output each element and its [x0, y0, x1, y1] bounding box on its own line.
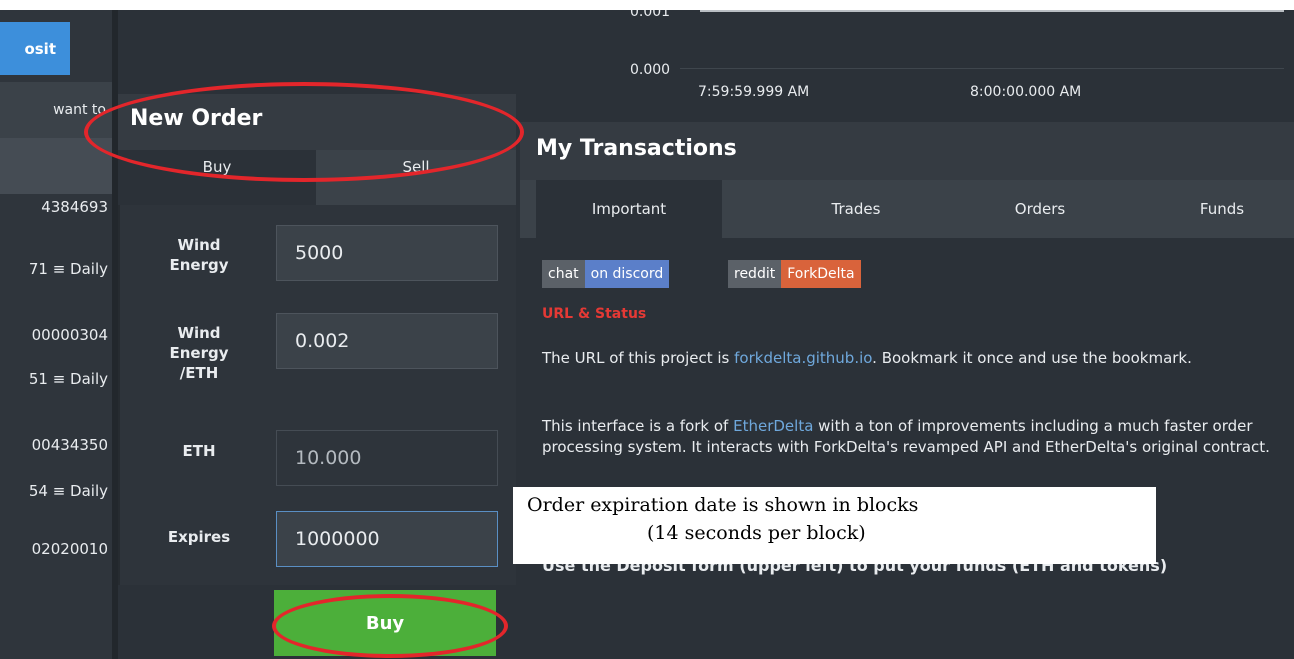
left-row: 00434350	[31, 436, 108, 454]
reddit-badge-key: reddit	[728, 260, 782, 288]
tab-important[interactable]: Important	[536, 180, 722, 238]
tab-trades[interactable]: Trades	[766, 180, 946, 238]
left-row: 71 ≡ Daily	[28, 260, 108, 278]
left-row: 4384693	[41, 198, 108, 216]
chart-baseline	[680, 68, 1284, 69]
expires-label: Expires	[167, 528, 231, 546]
reddit-badge-value: ForkDelta	[781, 260, 861, 288]
chat-badge-key: chat	[542, 260, 585, 288]
deposit-button[interactable]: osit	[0, 22, 70, 75]
left-row: 54 ≡ Daily	[28, 482, 108, 500]
chart-series-line	[700, 10, 1284, 12]
chart-x-tick: 8:00:00.000 AM	[970, 84, 1082, 100]
url-status-heading: URL & Status	[542, 306, 647, 322]
buy-button-highlight	[272, 594, 508, 658]
left-sidebar: osit want to 4384693 71 ≡ Daily 00000304…	[0, 10, 112, 659]
left-row: 51 ≡ Daily	[28, 370, 108, 388]
etherdelta-link[interactable]: EtherDelta	[733, 417, 813, 435]
expires-input[interactable]: 1000000	[276, 511, 498, 567]
fork-paragraph: This interface is a fork of EtherDelta w…	[542, 417, 1270, 456]
total-label: ETH	[182, 442, 216, 460]
chat-badge-value: on discord	[584, 260, 670, 288]
tab-funds[interactable]: Funds	[1140, 180, 1294, 238]
chart-y-tick: 0.001	[630, 10, 671, 20]
transactions-title: My Transactions	[536, 136, 737, 161]
price-label: Wind Energy/ETH	[169, 324, 229, 382]
expiration-callout: Order expiration date is shown in blocks…	[513, 487, 1156, 564]
price-chart: 0.001 0.000 7:59:59.999 AM 8:00:00.000 A…	[520, 10, 1294, 122]
chat-badge[interactable]: chat on discord	[542, 260, 670, 288]
chart-x-tick: 7:59:59.999 AM	[698, 84, 810, 100]
transactions-content: chat on discord reddit ForkDelta URL & S…	[520, 238, 1294, 659]
price-input[interactable]: 0.002	[276, 313, 498, 369]
transactions-header: My Transactions	[520, 122, 1294, 180]
tab-orders[interactable]: Orders	[950, 180, 1130, 238]
left-row: 02020010	[31, 540, 108, 558]
reddit-badge[interactable]: reddit ForkDelta	[728, 260, 861, 288]
project-link[interactable]: forkdelta.github.io	[734, 349, 872, 367]
total-input[interactable]: 10.000	[276, 430, 498, 486]
amount-input[interactable]: 5000	[276, 225, 498, 281]
url-paragraph: The URL of this project is forkdelta.git…	[542, 349, 1192, 367]
left-row: 00000304	[31, 326, 108, 344]
transactions-tabs: Important Trades Orders Funds	[520, 180, 1294, 238]
amount-label: Wind Energy	[169, 236, 229, 274]
order-form: Wind Energy 5000 Wind Energy/ETH 0.002 ETH…	[118, 205, 516, 585]
new-order-highlight	[84, 82, 524, 182]
chart-y-tick: 0.000	[630, 62, 671, 78]
